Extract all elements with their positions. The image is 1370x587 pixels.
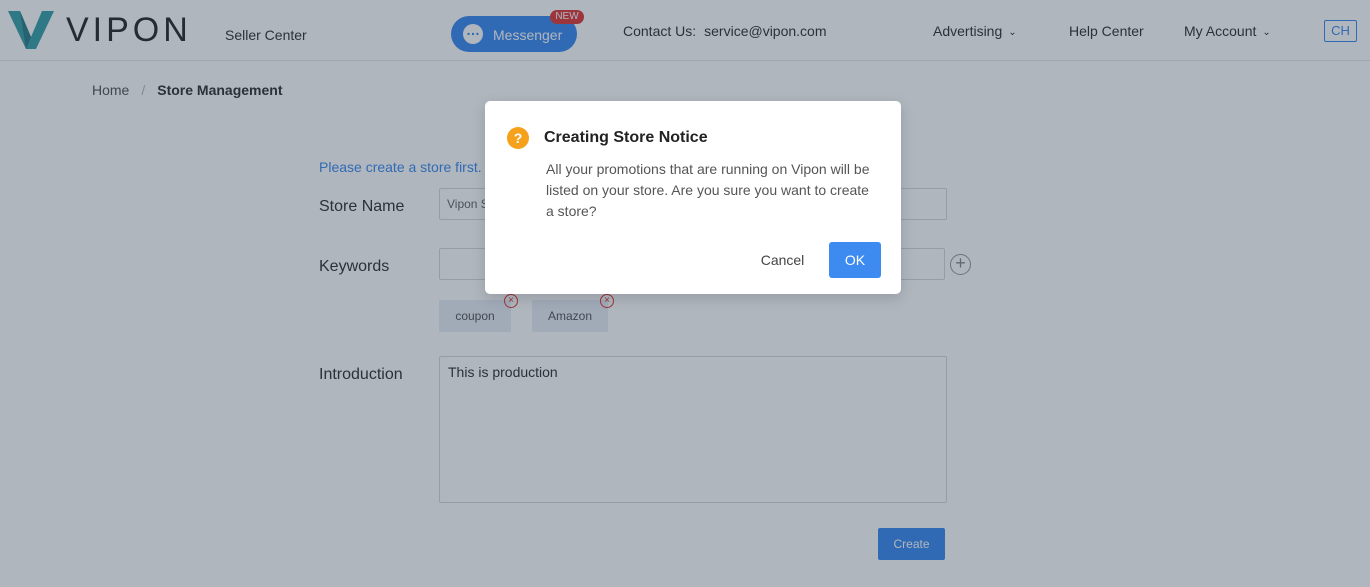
cancel-button[interactable]: Cancel bbox=[751, 242, 814, 278]
creating-store-notice-dialog: ? Creating Store Notice All your promoti… bbox=[485, 101, 901, 294]
question-mark-icon: ? bbox=[507, 127, 529, 149]
dialog-message: All your promotions that are running on … bbox=[546, 161, 870, 219]
dialog-title: Creating Store Notice bbox=[544, 129, 708, 146]
ok-button[interactable]: OK bbox=[829, 242, 881, 278]
